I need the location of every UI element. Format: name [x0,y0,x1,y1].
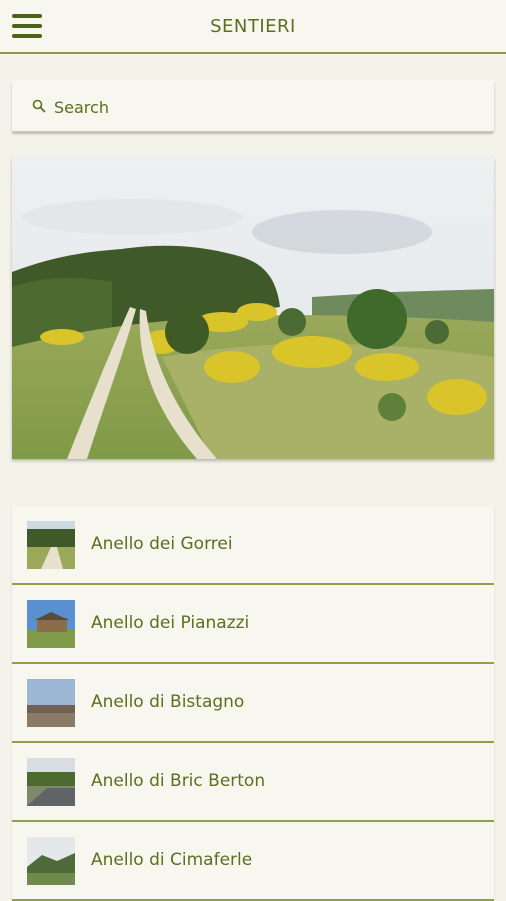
trail-thumbnail [27,679,75,727]
trail-thumbnail [27,600,75,648]
top-app-bar: SENTIERI [0,0,506,54]
search-input[interactable] [52,94,476,120]
list-item[interactable]: Anello dei Pianazzi [12,585,494,664]
trail-name: Anello di Cimaferle [91,850,253,870]
page-title: SENTIERI [210,16,296,37]
trail-name: Anello di Bistagno [91,692,245,712]
trail-name: Anello dei Gorrei [91,534,233,554]
trail-list: Anello dei Gorrei Anello dei Pianazzi An… [12,506,494,901]
trail-name: Anello di Bric Berton [91,771,266,791]
trail-thumbnail [27,837,75,885]
list-item[interactable]: Anello dei Gorrei [12,506,494,585]
trail-name: Anello dei Pianazzi [91,613,250,633]
search-icon [32,99,46,113]
trail-thumbnail [27,758,75,806]
list-item[interactable]: Anello di Cimaferle [12,822,494,901]
list-item[interactable]: Anello di Bistagno [12,664,494,743]
list-item[interactable]: Anello di Bric Berton [12,743,494,822]
hero-landscape-image [12,157,494,459]
search-bar[interactable] [12,80,494,132]
trail-thumbnail [27,521,75,569]
